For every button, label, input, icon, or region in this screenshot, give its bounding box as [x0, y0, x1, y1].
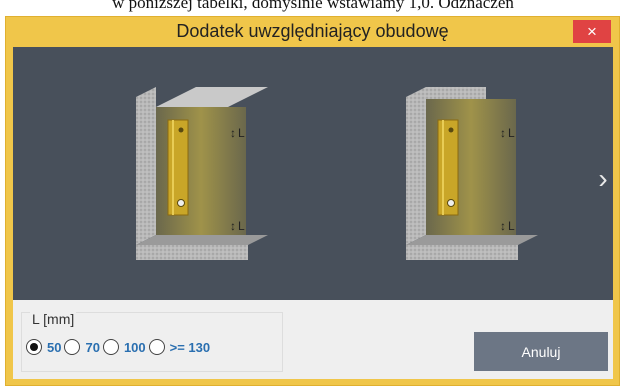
radiator-niche-illustration-1[interactable]: ↕ L ↕ L	[128, 85, 278, 260]
dialog-title: Dodatek uwzględniający obudowę	[176, 21, 449, 41]
close-icon: ×	[587, 22, 597, 41]
background-document-text: w poniższej tabelki, domyślnie wstawiamy…	[112, 0, 514, 12]
radiator-niche-illustration-2[interactable]: ↕ L ↕ L	[398, 85, 548, 260]
dim-label-bottom: L	[508, 219, 515, 233]
radio-button[interactable]	[148, 339, 165, 355]
option-label: >= 130	[169, 339, 211, 355]
svg-text:↕: ↕	[500, 219, 506, 233]
svg-text:↕: ↕	[230, 219, 236, 233]
title-bar: Dodatek uwzględniający obudowę ×	[6, 17, 619, 47]
option-label: 70	[85, 339, 100, 355]
length-option-group: L [mm] 50 70 100 >= 130	[21, 311, 283, 372]
radio-options: 50 70 100 >= 130	[26, 339, 213, 355]
dim-label-top: L	[508, 126, 515, 140]
option-label: 50	[47, 339, 62, 355]
dim-label-bottom: L	[238, 219, 245, 233]
option-50[interactable]: 50	[26, 339, 61, 355]
image-panel: ↕ L ↕ L ↕ L ↕ L ›	[13, 47, 613, 300]
chevron-right-icon: ›	[598, 163, 608, 194]
radio-button[interactable]	[102, 339, 119, 355]
dim-label-top: L	[238, 126, 245, 140]
svg-text:↕: ↕	[500, 126, 506, 140]
option-130[interactable]: >= 130	[148, 339, 211, 355]
option-100[interactable]: 100	[102, 339, 146, 355]
dialog: Dodatek uwzględniający obudowę × ↕ L ↕ L…	[5, 16, 620, 386]
svg-text:↕: ↕	[230, 126, 236, 140]
close-button[interactable]: ×	[573, 20, 611, 43]
next-arrow-button[interactable]: ›	[592, 154, 614, 204]
option-label: 100	[123, 339, 146, 355]
dialog-content: ↕ L ↕ L ↕ L ↕ L › L [mm] 50 70 100 >= 13…	[13, 47, 613, 379]
cancel-button[interactable]: Anuluj	[474, 332, 608, 371]
radio-button[interactable]	[64, 339, 81, 355]
option-70[interactable]: 70	[64, 339, 100, 355]
radio-button[interactable]	[26, 339, 42, 355]
group-label: L [mm]	[30, 311, 77, 327]
